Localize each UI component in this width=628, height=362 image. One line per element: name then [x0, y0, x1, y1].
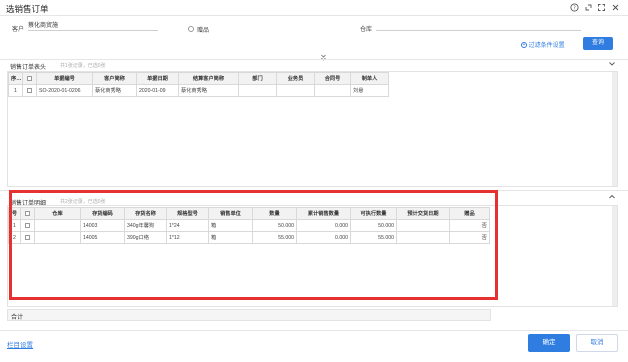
- header-table-head: 序号 单据编号 客户简称 单据日期 结算客户简称 部门 业务员 合同号 制单人: [8, 72, 389, 85]
- col-header[interactable]: 合同号: [314, 72, 351, 85]
- col-header[interactable]: 单据日期: [136, 72, 179, 85]
- cell: 蔡化商秀略: [92, 84, 137, 97]
- help-icon[interactable]: ?: [570, 3, 579, 12]
- cell: [276, 84, 315, 97]
- confirm-button[interactable]: 确定: [528, 334, 570, 352]
- close-icon[interactable]: [611, 3, 620, 12]
- gift-label: 赠品: [197, 28, 210, 34]
- divider: [0, 59, 628, 60]
- cell: 2020-01-09: [136, 84, 179, 97]
- table-row[interactable]: 1 SO-2020-01-0206 蔡化商秀略 2020-01-09 蔡化商秀略…: [8, 84, 389, 97]
- filter-settings-label: 过滤条件设置: [528, 43, 565, 49]
- col-header[interactable]: 制单人: [350, 72, 389, 85]
- col-header[interactable]: 客户简称: [92, 72, 137, 85]
- customer-label: 客户: [12, 27, 25, 33]
- footer: 栏目设置 确定 取消: [0, 330, 628, 362]
- cell: [238, 84, 277, 97]
- header-section-summary: 共1张记录，已选0张: [60, 63, 106, 69]
- highlight-box: [9, 190, 498, 300]
- maximize-icon[interactable]: [597, 3, 606, 12]
- warehouse-label: 仓库: [360, 27, 373, 33]
- window-title: 选销售订单: [6, 4, 49, 14]
- cell: SO-2020-01-0206: [36, 84, 93, 97]
- col-header[interactable]: 结算客户简称: [178, 72, 239, 85]
- cell: 蔡化商秀略: [178, 84, 239, 97]
- collapse-header-icon[interactable]: [608, 60, 616, 70]
- warehouse-field[interactable]: [376, 22, 581, 31]
- customer-field[interactable]: 蔡化商贸施: [28, 22, 158, 31]
- detail-scrollbar[interactable]: [612, 206, 617, 306]
- row-checkbox[interactable]: [22, 84, 37, 97]
- plus-circle-icon: +: [521, 41, 527, 48]
- header-scrollbar[interactable]: [612, 72, 617, 186]
- cell: 刘悬: [350, 84, 389, 97]
- svg-text:?: ?: [573, 5, 576, 11]
- total-row: 合计: [7, 309, 491, 321]
- restore-icon[interactable]: [584, 3, 593, 12]
- select-all-checkbox[interactable]: [22, 72, 37, 85]
- cancel-button[interactable]: 取消: [576, 334, 618, 352]
- title-bar: 选销售订单 ?: [0, 0, 628, 16]
- collapse-detail-icon[interactable]: [608, 193, 616, 203]
- header-section-title: 销售订单表头: [10, 65, 47, 71]
- filter-settings-link[interactable]: + 过滤条件设置: [521, 40, 565, 49]
- col-header[interactable]: 单据编号: [36, 72, 93, 85]
- header-table: 序号 单据编号 客户简称 单据日期 结算客户简称 部门 业务员 合同号 制单人 …: [8, 72, 389, 97]
- col-header[interactable]: 部门: [238, 72, 277, 85]
- col-header[interactable]: 业务员: [276, 72, 315, 85]
- cell: 1: [8, 84, 23, 97]
- col-header[interactable]: 序号: [8, 72, 23, 85]
- gift-radio[interactable]: [188, 26, 194, 32]
- total-label: 合计: [11, 315, 24, 321]
- cell: [314, 84, 351, 97]
- query-button[interactable]: 查询: [583, 37, 613, 50]
- column-settings-link[interactable]: 栏目设置: [7, 339, 33, 349]
